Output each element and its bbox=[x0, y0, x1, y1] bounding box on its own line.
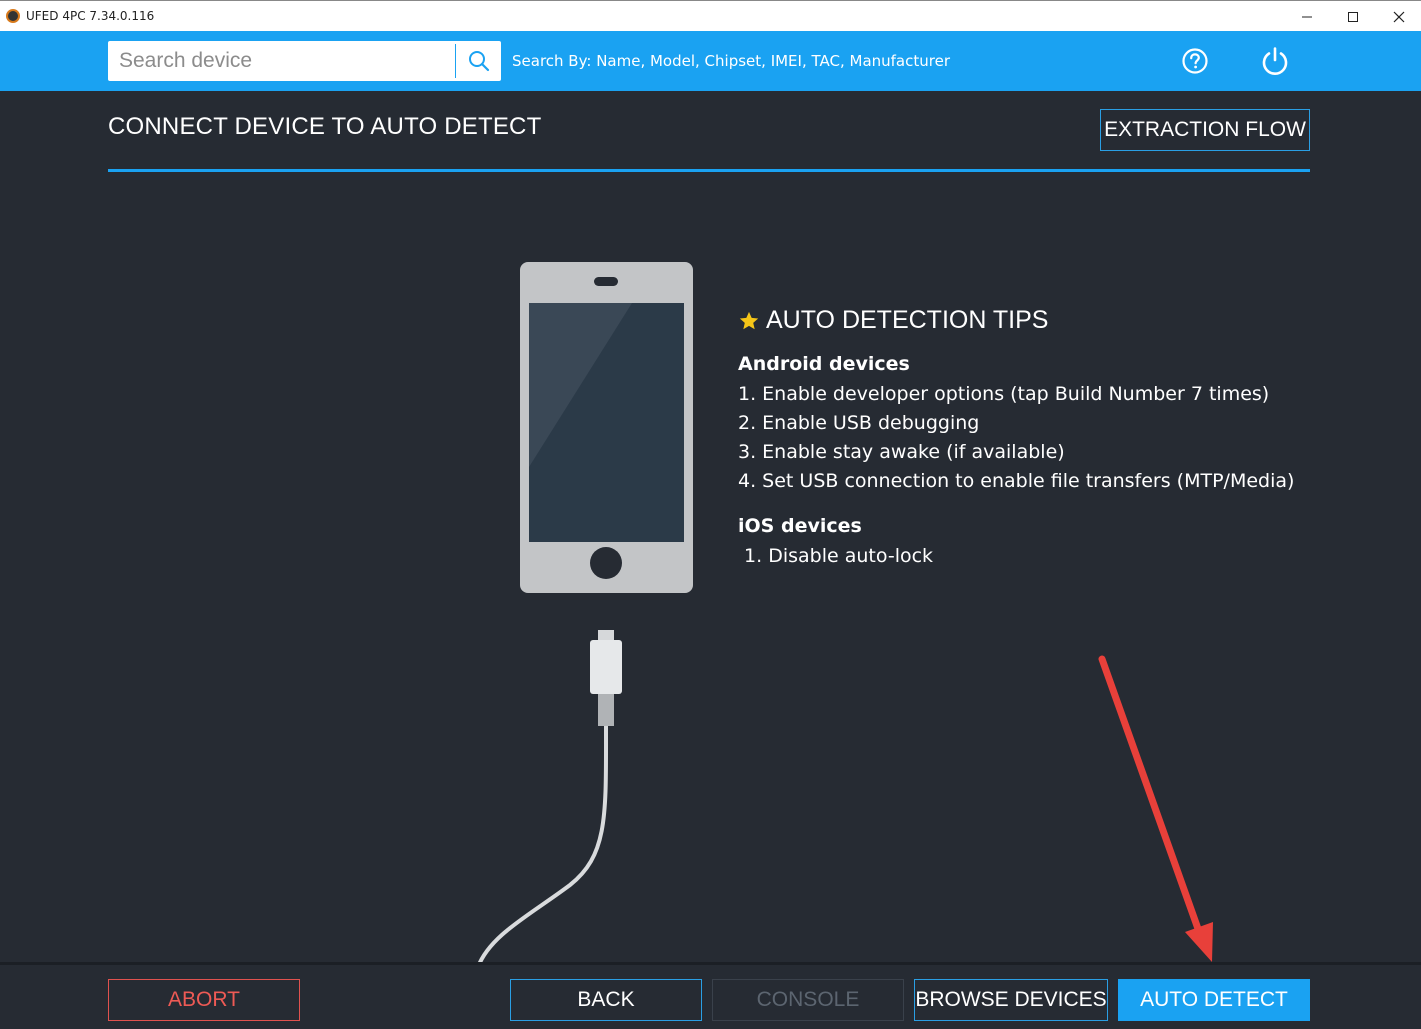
bottom-action-bar: ABORT BACK CONSOLE BROWSE DEVICES AUTO D… bbox=[0, 962, 1421, 1029]
title-divider bbox=[108, 169, 1310, 172]
extraction-flow-button[interactable]: EXTRACTION FLOW bbox=[1100, 109, 1310, 151]
android-tip: 4. Set USB connection to enable file tra… bbox=[738, 470, 1295, 492]
android-tip: 3. Enable stay awake (if available) bbox=[738, 441, 1065, 463]
app-logo-icon bbox=[6, 9, 20, 23]
search-icon bbox=[468, 51, 489, 72]
console-button[interactable]: CONSOLE bbox=[712, 979, 904, 1021]
power-button[interactable] bbox=[1259, 45, 1291, 77]
back-button[interactable]: BACK bbox=[510, 979, 702, 1021]
close-button[interactable] bbox=[1376, 1, 1421, 32]
maximize-button[interactable] bbox=[1330, 1, 1376, 32]
search-hint: Search By: Name, Model, Chipset, IMEI, T… bbox=[512, 52, 950, 70]
auto-detect-button[interactable]: AUTO DETECT bbox=[1118, 979, 1310, 1021]
phone-cable-illustration bbox=[476, 262, 693, 968]
tips-title: AUTO DETECTION TIPS bbox=[738, 306, 1048, 335]
phone-icon bbox=[520, 262, 693, 593]
tips-title-text: AUTO DETECTION TIPS bbox=[766, 306, 1049, 334]
help-icon bbox=[1182, 48, 1208, 74]
android-tip: 2. Enable USB debugging bbox=[738, 412, 980, 434]
minimize-icon bbox=[1302, 16, 1312, 17]
android-heading: Android devices bbox=[738, 353, 910, 375]
annotation-arrow-icon bbox=[1098, 655, 1213, 962]
page-title: CONNECT DEVICE TO AUTO DETECT bbox=[108, 113, 542, 140]
search-input[interactable] bbox=[108, 41, 455, 81]
abort-button[interactable]: ABORT bbox=[108, 979, 300, 1021]
usb-cable-icon bbox=[476, 630, 622, 968]
power-icon bbox=[1262, 47, 1288, 75]
browse-devices-button[interactable]: BROWSE DEVICES bbox=[914, 979, 1108, 1021]
star-icon bbox=[739, 311, 759, 329]
search-button[interactable] bbox=[456, 41, 501, 81]
help-button[interactable] bbox=[1181, 47, 1209, 75]
search-box bbox=[108, 41, 501, 81]
ios-heading: iOS devices bbox=[738, 515, 862, 537]
minimize-button[interactable] bbox=[1284, 1, 1330, 32]
window-title: UFED 4PC 7.34.0.116 bbox=[26, 9, 155, 23]
top-header: Search By: Name, Model, Chipset, IMEI, T… bbox=[0, 31, 1421, 91]
ios-tip: 1. Disable auto-lock bbox=[738, 545, 934, 567]
window-titlebar: UFED 4PC 7.34.0.116 bbox=[0, 0, 1421, 31]
maximize-icon bbox=[1348, 11, 1358, 22]
android-tip: 1. Enable developer options (tap Build N… bbox=[738, 383, 1270, 405]
close-icon bbox=[1393, 11, 1405, 22]
